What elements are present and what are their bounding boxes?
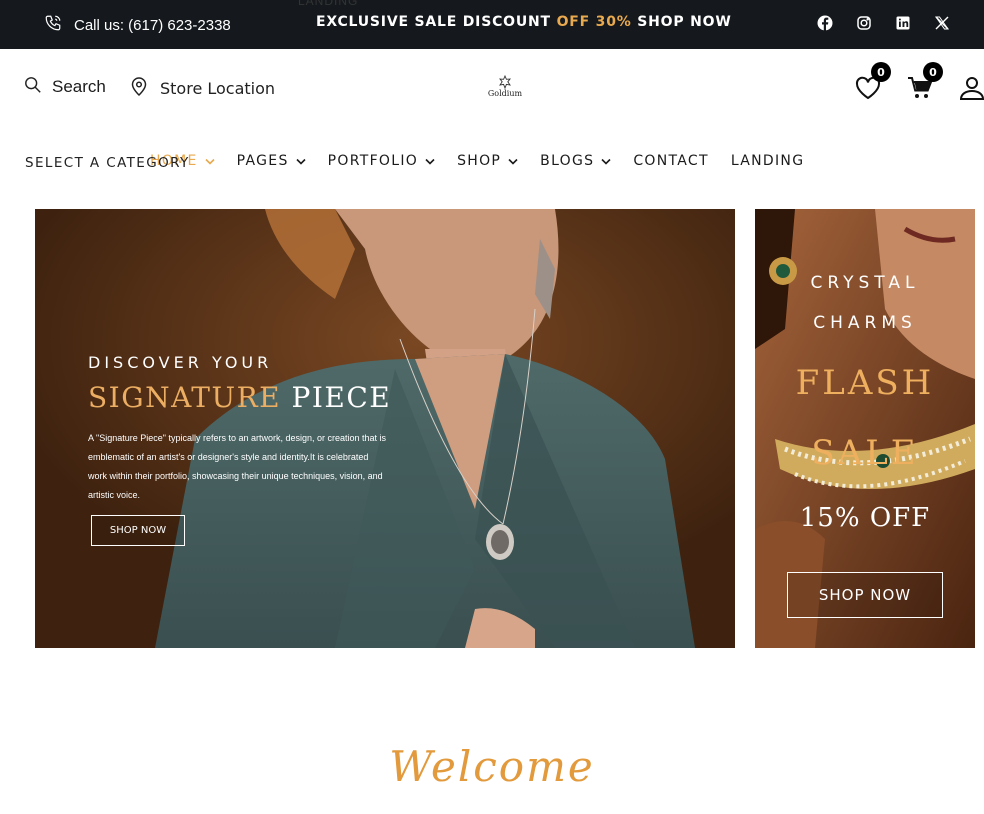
nav-item-label: BLOGS — [540, 153, 595, 169]
nav-item-label: PAGES — [236, 153, 289, 169]
promo-text: EXCLUSIVE SALE DISCOUNT — [316, 14, 551, 30]
nav-item-landing[interactable]: LANDING — [731, 153, 805, 169]
nav-item-label: LANDING — [730, 153, 805, 169]
location-pin-icon — [130, 76, 148, 100]
category-selector[interactable]: SELECT A CATEGORY — [25, 155, 190, 171]
promo-discount-text: 15% OFF — [799, 503, 931, 533]
nav-item-label: SHOP — [457, 153, 502, 169]
phone-label: Call us: (617) 623-2338 — [74, 16, 231, 34]
hero-headline-white: PIECE — [291, 381, 392, 414]
promo-line-2: CHARMS — [813, 313, 917, 333]
logo-emblem-icon — [499, 75, 511, 89]
store-location-label: Store Location — [160, 78, 276, 98]
ghost-nav-label: LANDING — [298, 0, 359, 8]
phone-contact[interactable]: Call us: (617) 623-2338 — [44, 14, 231, 36]
nav-item-pages[interactable]: PAGES — [237, 153, 306, 169]
welcome-heading: Welcome — [389, 742, 595, 791]
hero-headline: SIGNATURE PIECE — [88, 381, 391, 414]
chevron-down-icon — [508, 158, 518, 165]
chevron-down-icon — [205, 158, 215, 165]
linkedin-icon[interactable] — [895, 15, 911, 31]
x-icon[interactable] — [934, 15, 950, 31]
nav-item-portfolio[interactable]: PORTFOLIO — [328, 153, 435, 169]
search-box[interactable] — [24, 76, 116, 98]
chevron-down-icon — [601, 158, 611, 165]
instagram-icon[interactable] — [856, 15, 872, 31]
cart-button[interactable]: 0 — [907, 62, 943, 100]
hero-shop-now-button[interactable]: SHOP NOW — [91, 515, 185, 546]
nav-item-label: PORTFOLIO — [327, 153, 419, 169]
hero-banner: DISCOVER YOUR SIGNATURE PIECE A "Signatu… — [35, 209, 735, 648]
promo-shop-now-button[interactable]: SHOP NOW — [787, 572, 943, 618]
search-icon — [24, 76, 42, 98]
hero-headline-gold: SIGNATURE — [88, 381, 282, 414]
brand-logo[interactable]: Goldium — [484, 75, 526, 98]
chevron-down-icon — [296, 158, 306, 165]
phone-icon — [44, 14, 62, 36]
promo-flash: FLASH — [795, 363, 935, 403]
facebook-icon[interactable] — [817, 15, 833, 31]
nav-item-contact[interactable]: CONTACT — [633, 153, 709, 169]
nav-item-shop[interactable]: SHOP — [457, 153, 518, 169]
promo-discount: OFF 30% — [556, 14, 632, 30]
chevron-down-icon — [425, 158, 435, 165]
header-actions: 0 0 — [855, 62, 984, 100]
wishlist-button[interactable]: 0 — [855, 62, 891, 100]
wishlist-count-badge: 0 — [871, 62, 891, 82]
promo-line-1: CRYSTAL — [810, 273, 920, 293]
logo-text: Goldium — [487, 89, 523, 98]
social-links — [817, 15, 950, 31]
hero-description: A "Signature Piece" typically refers to … — [88, 433, 387, 500]
promo-banner[interactable]: EXCLUSIVE SALE DISCOUNT OFF 30% SHOP NOW — [316, 14, 732, 30]
account-button[interactable] — [959, 70, 984, 100]
flash-sale-card: CRYSTAL CHARMS FLASH SALE 15% OFF SHOP N… — [755, 209, 975, 648]
user-icon — [959, 77, 984, 100]
promo-shop-now-link[interactable]: SHOP NOW — [637, 14, 731, 30]
nav-item-label: CONTACT — [633, 153, 709, 169]
store-location-link[interactable]: Store Location — [130, 76, 275, 100]
search-input[interactable] — [52, 77, 116, 97]
promo-sale: SALE — [811, 433, 919, 473]
hero-eyebrow: DISCOVER YOUR — [88, 353, 273, 372]
top-bar: Call us: (617) 623-2338 EXCLUSIVE SALE D… — [0, 0, 984, 49]
cart-count-badge: 0 — [923, 62, 943, 82]
nav-item-blogs[interactable]: BLOGS — [540, 153, 611, 169]
main-nav: HOME PAGES PORTFOLIO SHOP BLOGS CONTACT LANDIN… — [150, 153, 826, 169]
